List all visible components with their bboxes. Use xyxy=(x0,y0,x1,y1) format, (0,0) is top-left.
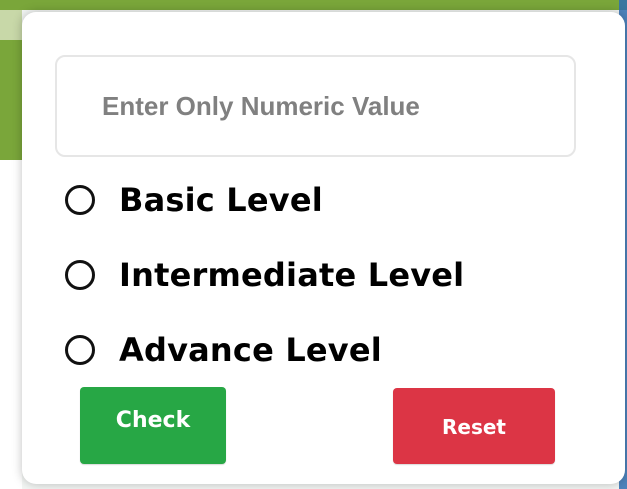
background-left-strip xyxy=(0,0,22,489)
radio-option-basic-level[interactable]: Basic Level xyxy=(65,178,323,222)
check-button[interactable]: Check xyxy=(80,387,226,464)
reset-button[interactable]: Reset xyxy=(393,388,555,464)
radio-button[interactable] xyxy=(65,260,95,290)
radio-button[interactable] xyxy=(65,185,95,215)
radio-option-advance-level[interactable]: Advance Level xyxy=(65,328,382,372)
level-check-dialog: Basic Level Intermediate Level Advance L… xyxy=(22,12,625,484)
radio-label: Intermediate Level xyxy=(119,256,465,294)
numeric-value-input[interactable] xyxy=(55,55,576,157)
radio-button[interactable] xyxy=(65,335,95,365)
radio-label: Advance Level xyxy=(119,331,382,369)
radio-option-intermediate-level[interactable]: Intermediate Level xyxy=(65,253,464,297)
background-top-strip xyxy=(0,0,627,10)
radio-label: Basic Level xyxy=(119,181,323,219)
